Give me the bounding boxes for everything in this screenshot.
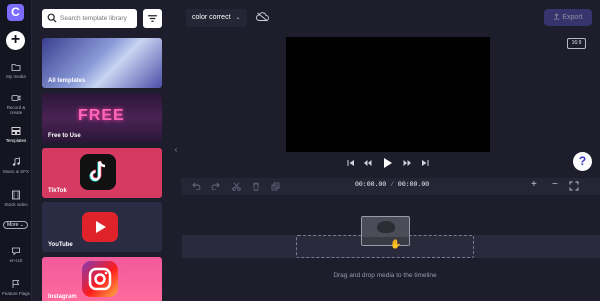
drop-hint-text: Drag and drop media to the timeline <box>333 272 437 279</box>
rail-item-templates[interactable]: Templates <box>0 126 32 143</box>
templates-icon <box>11 127 21 135</box>
aspect-ratio-button[interactable]: 16:9 <box>567 38 586 49</box>
time-separator: / <box>386 181 398 188</box>
video-preview[interactable] <box>286 37 490 152</box>
delete-icon[interactable] <box>252 182 260 191</box>
film-icon <box>12 190 20 200</box>
search-icon <box>47 13 57 23</box>
dragged-media-thumbnail[interactable] <box>361 216 410 246</box>
more-button[interactable]: More ⌄ <box>3 221 28 229</box>
collapse-panel-handle[interactable]: ‹ <box>172 140 180 160</box>
template-card-all[interactable]: All templates <box>42 38 162 88</box>
rail-item-language[interactable]: en-US <box>0 246 32 263</box>
grab-hand-cursor-icon: ✋ <box>390 239 402 249</box>
pointer-cursor-icon: ➤ <box>10 41 17 50</box>
skip-forward-icon[interactable] <box>421 159 429 167</box>
card-label: Instagram <box>48 294 77 300</box>
rail-item-label: en-US <box>9 258 23 263</box>
rail-item-label: Templates <box>5 138 27 143</box>
music-icon <box>12 157 20 166</box>
folder-icon <box>11 64 21 71</box>
template-card-youtube[interactable]: YouTube <box>42 202 162 252</box>
youtube-logo-icon <box>82 212 118 242</box>
filter-icon <box>148 15 157 22</box>
fit-timeline-icon[interactable] <box>569 181 579 191</box>
rail-item-feature-flags[interactable]: Feature Flags <box>0 279 32 296</box>
current-time: 00:00.00 <box>355 181 387 188</box>
zoom-out-button[interactable]: − <box>552 179 558 190</box>
chevron-down-icon: ⌄ <box>235 15 241 21</box>
editor-app: C + ➤ My media Record & create Templates… <box>0 0 600 301</box>
card-label: TikTok <box>48 188 67 194</box>
export-button[interactable]: Export <box>544 9 592 26</box>
search-input[interactable] <box>60 12 134 25</box>
template-card-tiktok[interactable]: TikTok <box>42 148 162 198</box>
skip-back-icon[interactable] <box>347 159 355 167</box>
zoom-in-button[interactable]: + <box>531 179 537 190</box>
rail-item-my-media[interactable]: My media <box>0 62 32 79</box>
rail-item-stock-video[interactable]: Stock video <box>0 190 32 207</box>
card-label: All templates <box>48 78 86 84</box>
instagram-logo-icon <box>82 261 118 297</box>
rail-item-record-create[interactable]: Record & create <box>0 93 32 115</box>
duplicate-icon[interactable] <box>271 182 280 191</box>
card-label: Free to Use <box>48 133 81 139</box>
free-art-text: FREE <box>78 107 125 124</box>
redo-icon[interactable] <box>211 182 220 190</box>
thumbnail-ground <box>362 237 409 245</box>
video-record-icon <box>11 95 21 101</box>
help-button[interactable]: ? <box>573 152 592 171</box>
rail-item-label: Music & SFX <box>2 169 29 174</box>
cut-icon[interactable] <box>232 182 241 191</box>
template-panel: All templates FREE Free to Use TikTok Yo… <box>33 0 171 301</box>
undo-icon[interactable] <box>192 182 201 190</box>
template-search <box>42 9 137 28</box>
project-name-dropdown[interactable]: color correct ⌄ <box>186 9 247 27</box>
card-label: YouTube <box>48 242 73 248</box>
flag-icon <box>12 280 20 288</box>
rail-item-label: My media <box>6 74 26 79</box>
rail-item-label: Feature Flags <box>2 291 30 296</box>
tiktok-logo-icon <box>80 154 116 190</box>
export-label: Export <box>562 14 583 21</box>
template-card-instagram[interactable]: Instagram <box>42 257 162 301</box>
rewind-icon[interactable] <box>363 159 372 167</box>
left-rail: C + ➤ My media Record & create Templates… <box>0 0 32 301</box>
rail-item-music-sfx[interactable]: Music & SFX <box>0 157 32 174</box>
rail-item-label: Stock video <box>4 202 28 207</box>
cloud-offline-icon[interactable] <box>256 12 269 22</box>
language-icon <box>12 247 20 256</box>
project-name: color correct <box>192 14 231 21</box>
play-icon[interactable] <box>383 157 393 169</box>
template-card-free[interactable]: FREE Free to Use <box>42 93 162 143</box>
fast-forward-icon[interactable] <box>403 159 412 167</box>
filter-button[interactable] <box>143 9 162 28</box>
rail-item-label: Record & create <box>6 105 26 115</box>
timecode-display: 00:00.00 / 00:00.00 <box>355 181 429 188</box>
thumbnail-tree <box>377 221 395 233</box>
total-time: 00:00.00 <box>397 181 430 188</box>
app-logo[interactable]: C <box>7 4 24 21</box>
upload-icon <box>554 13 560 20</box>
